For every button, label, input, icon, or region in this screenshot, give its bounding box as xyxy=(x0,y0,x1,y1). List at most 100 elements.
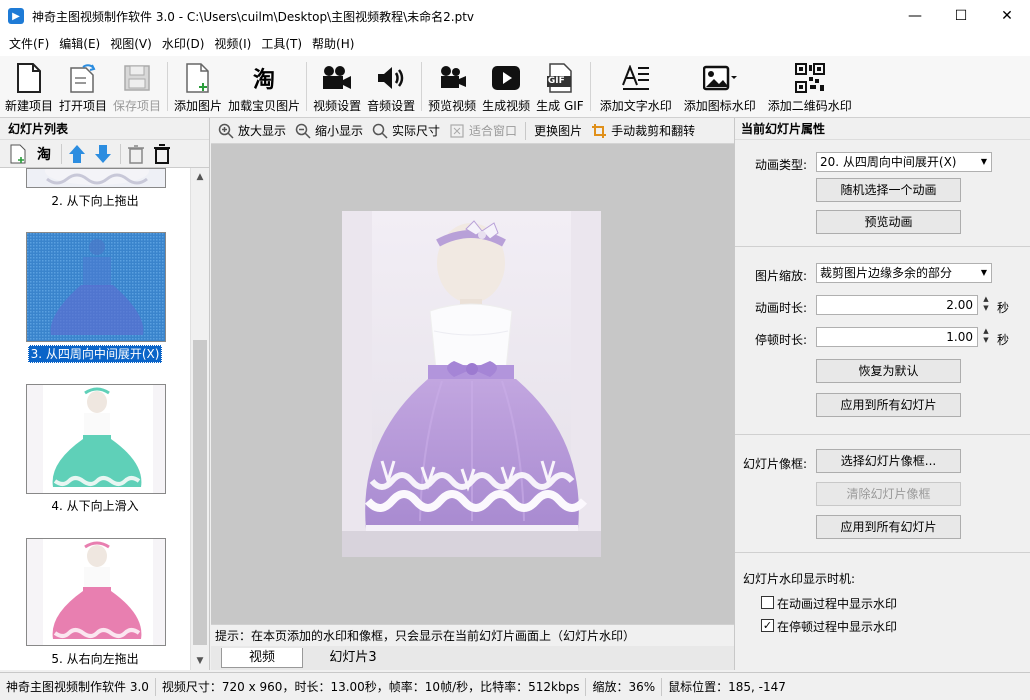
preview-anim-button[interactable]: 预览动画 xyxy=(816,210,961,234)
menu-edit[interactable]: 编辑(E) xyxy=(54,32,105,56)
menu-help[interactable]: 帮助(H) xyxy=(307,32,359,56)
slide-properties-header: 当前幻灯片属性 xyxy=(735,118,1030,140)
seconds-unit: 秒 xyxy=(997,301,1010,315)
slide-thumbnail[interactable]: 5. 从右向左拖出 xyxy=(0,538,190,670)
tab-video[interactable]: 视频 xyxy=(221,648,303,668)
slide-label: 5. 从右向左拖出 xyxy=(51,652,139,666)
add-image-button[interactable]: 添加图片 xyxy=(171,56,225,117)
tool-separator xyxy=(61,143,62,164)
replace-image-button[interactable]: 更换图片 xyxy=(534,122,582,139)
view-tabs: 视频 幻灯片3 xyxy=(211,646,734,670)
add-icon-watermark-button[interactable]: 添加图标水印 xyxy=(678,56,762,117)
open-project-button[interactable]: 打开项目 xyxy=(56,56,110,117)
fit-window-button[interactable]: 适合窗口 xyxy=(448,122,517,140)
pause-duration-input[interactable]: 1.00 xyxy=(816,327,978,347)
scrollbar-thumb[interactable] xyxy=(193,340,207,645)
menu-video[interactable]: 视频(I) xyxy=(209,32,256,56)
delete-all-icon[interactable] xyxy=(150,142,174,166)
add-slide-icon[interactable] xyxy=(6,142,30,166)
magnifier-icon xyxy=(371,122,389,140)
video-settings-button[interactable]: 视频设置 xyxy=(310,56,364,117)
video-camera-icon xyxy=(320,62,354,94)
slide-properties-panel: 当前幻灯片属性 动画类型: 20. 从四周向中间展开(X) ▼ 随机选择一个动画 … xyxy=(734,118,1030,670)
delete-icon[interactable] xyxy=(124,142,148,166)
save-disk-icon xyxy=(120,62,154,94)
during-pause-label[interactable]: 在停顿过程中显示水印 xyxy=(777,618,897,635)
slide-thumbnail[interactable]: 2. 从下向上拖出 xyxy=(0,168,190,218)
scroll-up-icon[interactable]: ▲ xyxy=(191,168,209,186)
crop-icon xyxy=(590,122,608,140)
frame-label: 幻灯片像框: xyxy=(743,457,808,471)
toolbar-separator xyxy=(167,62,169,111)
open-document-icon xyxy=(66,62,100,94)
clear-frame-button[interactable]: 清除幻灯片像框 xyxy=(816,482,961,506)
crop-flip-button[interactable]: 手动裁剪和翻转 xyxy=(590,122,695,140)
tab-slide3[interactable]: 幻灯片3 xyxy=(307,648,399,668)
apply-frame-all-button[interactable]: 应用到所有幻灯片 xyxy=(816,515,961,539)
toolbar-separator xyxy=(306,62,308,111)
during-anim-checkbox[interactable] xyxy=(761,596,774,609)
minimize-button[interactable]: — xyxy=(892,0,938,32)
spinner-arrows-icon[interactable]: ▲ ▼ xyxy=(980,327,992,347)
title-bar: ▶ 神奇主图视频制作软件 3.0 - C:\Users\cuilm\Deskto… xyxy=(0,0,1030,32)
scale-label: 图片缩放: xyxy=(755,269,808,283)
during-pause-checkbox[interactable]: ✓ xyxy=(761,619,774,632)
chevron-down-icon: ▼ xyxy=(980,157,987,166)
add-text-watermark-button[interactable]: 添加文字水印 xyxy=(594,56,678,117)
taobao-icon: 淘 xyxy=(253,68,276,93)
status-video-info: 视频尺寸：720 x 960，时长：13.00秒，帧率：10帧/秒，比特率：51… xyxy=(156,677,587,696)
new-document-icon xyxy=(12,62,46,94)
close-button[interactable]: ✕ xyxy=(984,0,1030,32)
menu-view[interactable]: 视图(V) xyxy=(105,32,157,56)
add-image-icon xyxy=(181,62,215,94)
slide-list-panel: 幻灯片列表 淘 2. 从下向上拖出 3. 从四周向中间展开(X) 4. 从下向上… xyxy=(0,118,210,670)
spinner-arrows-icon[interactable]: ▲ ▼ xyxy=(980,295,992,315)
text-watermark-icon xyxy=(619,62,653,94)
audio-settings-button[interactable]: 音频设置 xyxy=(364,56,418,117)
preview-canvas[interactable] xyxy=(211,144,734,624)
preview-toolbar: 放大显示 缩小显示 实际尺寸 适合窗口 更换图片 手动裁剪和翻转 xyxy=(211,118,734,144)
new-project-button[interactable]: 新建项目 xyxy=(2,56,56,117)
status-zoom: 缩放：36% xyxy=(586,677,663,696)
anim-type-select[interactable]: 20. 从四周向中间展开(X) ▼ xyxy=(816,152,992,172)
generate-gif-button[interactable]: GIF 生成 GIF xyxy=(533,56,587,117)
taobao-icon[interactable]: 淘 xyxy=(32,142,56,166)
random-anim-button[interactable]: 随机选择一个动画 xyxy=(816,178,961,202)
save-project-button[interactable]: 保存项目 xyxy=(110,56,164,117)
generate-video-button[interactable]: 生成视频 xyxy=(479,56,533,117)
apply-all-slides-button[interactable]: 应用到所有幻灯片 xyxy=(816,393,961,417)
menu-tools[interactable]: 工具(T) xyxy=(256,32,307,56)
gif-file-icon: GIF xyxy=(543,62,577,94)
anim-duration-input[interactable]: 2.00 xyxy=(816,295,978,315)
maximize-button[interactable]: ☐ xyxy=(938,0,984,32)
slide-image xyxy=(26,232,166,342)
menu-watermark[interactable]: 水印(D) xyxy=(157,32,210,56)
slide-thumbnail[interactable]: 4. 从下向上滑入 xyxy=(0,384,190,516)
add-qr-watermark-button[interactable]: 添加二维码水印 xyxy=(762,56,858,117)
main-toolbar: 新建项目 打开项目 保存项目 添加图片 淘 加载宝贝图片 视频设置 音频设置 预… xyxy=(0,56,1030,118)
slide-list-scrollbar[interactable]: ▲ ▼ xyxy=(190,168,209,670)
zoom-in-button[interactable]: 放大显示 xyxy=(217,122,286,140)
slide-image xyxy=(26,538,166,646)
slide-label-selected: 3. 从四周向中间展开(X) xyxy=(0,345,190,363)
slide-thumbnail-selected[interactable]: 3. 从四周向中间展开(X) xyxy=(0,232,190,364)
reset-default-button[interactable]: 恢复为默认 xyxy=(816,359,961,383)
scale-select[interactable]: 裁剪图片边缘多余的部分 ▼ xyxy=(816,263,992,283)
actual-size-button[interactable]: 实际尺寸 xyxy=(371,122,440,140)
image-watermark-icon xyxy=(702,62,737,94)
load-taobao-images-button[interactable]: 淘 加载宝贝图片 xyxy=(225,56,303,117)
move-down-icon[interactable] xyxy=(91,142,115,166)
play-video-icon xyxy=(489,62,523,94)
during-anim-label[interactable]: 在动画过程中显示水印 xyxy=(777,595,897,612)
scroll-down-icon[interactable]: ▼ xyxy=(191,652,209,670)
hint-text: 提示：在本页添加的水印和像框，只会显示在当前幻灯片画面上（幻灯片水印） xyxy=(211,624,734,646)
divider xyxy=(735,246,1030,247)
menu-file[interactable]: 文件(F) xyxy=(4,32,54,56)
move-up-icon[interactable] xyxy=(65,142,89,166)
zoom-out-button[interactable]: 缩小显示 xyxy=(294,122,363,140)
preview-video-button[interactable]: 预览视频 xyxy=(425,56,479,117)
choose-frame-button[interactable]: 选择幻灯片像框... xyxy=(816,449,961,473)
seconds-unit: 秒 xyxy=(997,333,1010,347)
fit-window-icon xyxy=(448,122,466,140)
speaker-icon xyxy=(374,62,408,94)
